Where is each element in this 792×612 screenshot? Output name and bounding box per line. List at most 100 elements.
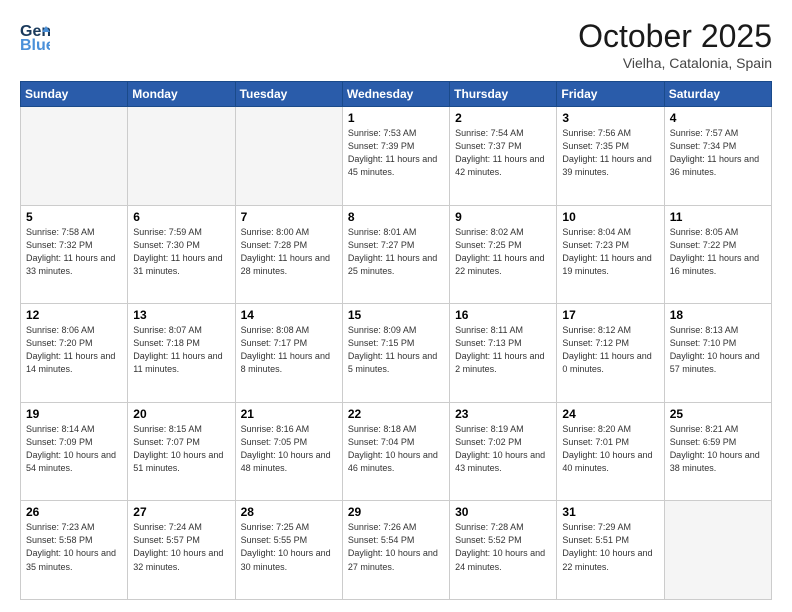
day-info: Sunrise: 7:56 AM Sunset: 7:35 PM Dayligh… <box>562 127 658 179</box>
calendar-cell: 24 Sunrise: 8:20 AM Sunset: 7:01 PM Dayli… <box>557 402 664 501</box>
day-info: Sunrise: 8:12 AM Sunset: 7:12 PM Dayligh… <box>562 324 658 376</box>
day-info: Sunrise: 7:29 AM Sunset: 5:51 PM Dayligh… <box>562 521 658 573</box>
calendar-cell: 29Sunrise: 7:26 AM Sunset: 5:54 PM Dayli… <box>342 501 449 600</box>
calendar-cell: 22 Sunrise: 8:18 AM Sunset: 7:04 PM Dayli… <box>342 402 449 501</box>
day-number: 9 <box>455 210 551 224</box>
day-info: Sunrise: 7:59 AM Sunset: 7:30 PM Dayligh… <box>133 226 229 278</box>
calendar-week-2: 5Sunrise: 7:58 AM Sunset: 7:32 PM Daylig… <box>21 205 772 304</box>
day-number: 6 <box>133 210 229 224</box>
day-number: 23 <box>455 407 551 421</box>
header-tuesday: Tuesday <box>235 82 342 107</box>
day-number: 12 <box>26 308 122 322</box>
calendar-cell: 12Sunrise: 8:06 AM Sunset: 7:20 PM Dayli… <box>21 304 128 403</box>
day-info: Sunrise: 8:21 AM Sunset: 6:59 PM Dayligh… <box>670 423 766 475</box>
day-info: Sunrise: 8:02 AM Sunset: 7:25 PM Dayligh… <box>455 226 551 278</box>
calendar-cell <box>664 501 771 600</box>
day-info: Sunrise: 8:18 AM Sunset: 7:04 PM Dayligh… <box>348 423 444 475</box>
location: Vielha, Catalonia, Spain <box>578 55 772 71</box>
day-number: 30 <box>455 505 551 519</box>
day-number: 20 <box>133 407 229 421</box>
day-number: 10 <box>562 210 658 224</box>
calendar-cell: 16 Sunrise: 8:11 AM Sunset: 7:13 PM Dayli… <box>450 304 557 403</box>
calendar-cell: 11 Sunrise: 8:05 AM Sunset: 7:22 PM Dayli… <box>664 205 771 304</box>
calendar-cell: 9 Sunrise: 8:02 AM Sunset: 7:25 PM Daylig… <box>450 205 557 304</box>
day-info: Sunrise: 8:20 AM Sunset: 7:01 PM Dayligh… <box>562 423 658 475</box>
day-number: 28 <box>241 505 337 519</box>
calendar-cell: 8Sunrise: 8:01 AM Sunset: 7:27 PM Daylig… <box>342 205 449 304</box>
calendar-cell: 17Sunrise: 8:12 AM Sunset: 7:12 PM Dayli… <box>557 304 664 403</box>
calendar-cell <box>235 107 342 206</box>
calendar-cell: 19 Sunrise: 8:14 AM Sunset: 7:09 PM Dayli… <box>21 402 128 501</box>
day-number: 27 <box>133 505 229 519</box>
day-info: Sunrise: 8:19 AM Sunset: 7:02 PM Dayligh… <box>455 423 551 475</box>
calendar-table: Sunday Monday Tuesday Wednesday Thursday… <box>20 81 772 600</box>
day-number: 24 <box>562 407 658 421</box>
day-number: 25 <box>670 407 766 421</box>
day-info: Sunrise: 8:04 AM Sunset: 7:23 PM Dayligh… <box>562 226 658 278</box>
calendar-cell: 2 Sunrise: 7:54 AM Sunset: 7:37 PM Daylig… <box>450 107 557 206</box>
day-number: 4 <box>670 111 766 125</box>
calendar-cell <box>21 107 128 206</box>
day-info: Sunrise: 8:05 AM Sunset: 7:22 PM Dayligh… <box>670 226 766 278</box>
calendar-cell: 31 Sunrise: 7:29 AM Sunset: 5:51 PM Dayli… <box>557 501 664 600</box>
calendar-cell: 15Sunrise: 8:09 AM Sunset: 7:15 PM Dayli… <box>342 304 449 403</box>
day-info: Sunrise: 7:24 AM Sunset: 5:57 PM Dayligh… <box>133 521 229 573</box>
calendar-cell: 18 Sunrise: 8:13 AM Sunset: 7:10 PM Dayli… <box>664 304 771 403</box>
day-info: Sunrise: 7:25 AM Sunset: 5:55 PM Dayligh… <box>241 521 337 573</box>
day-info: Sunrise: 8:15 AM Sunset: 7:07 PM Dayligh… <box>133 423 229 475</box>
calendar-cell: 27 Sunrise: 7:24 AM Sunset: 5:57 PM Dayli… <box>128 501 235 600</box>
day-info: Sunrise: 7:28 AM Sunset: 5:52 PM Dayligh… <box>455 521 551 573</box>
day-info: Sunrise: 7:57 AM Sunset: 7:34 PM Dayligh… <box>670 127 766 179</box>
calendar-cell: 3 Sunrise: 7:56 AM Sunset: 7:35 PM Daylig… <box>557 107 664 206</box>
calendar-week-5: 26Sunrise: 7:23 AM Sunset: 5:58 PM Dayli… <box>21 501 772 600</box>
day-number: 1 <box>348 111 444 125</box>
calendar-cell: 5Sunrise: 7:58 AM Sunset: 7:32 PM Daylig… <box>21 205 128 304</box>
calendar-cell: 14Sunrise: 8:08 AM Sunset: 7:17 PM Dayli… <box>235 304 342 403</box>
logo-icon: General Blue <box>20 18 50 54</box>
calendar-cell: 30 Sunrise: 7:28 AM Sunset: 5:52 PM Dayli… <box>450 501 557 600</box>
day-info: Sunrise: 8:13 AM Sunset: 7:10 PM Dayligh… <box>670 324 766 376</box>
day-info: Sunrise: 8:16 AM Sunset: 7:05 PM Dayligh… <box>241 423 337 475</box>
calendar-page: General Blue October 2025 Vielha, Catalo… <box>0 0 792 612</box>
calendar-cell: 6 Sunrise: 7:59 AM Sunset: 7:30 PM Daylig… <box>128 205 235 304</box>
calendar-week-1: 1 Sunrise: 7:53 AM Sunset: 7:39 PM Daylig… <box>21 107 772 206</box>
day-number: 3 <box>562 111 658 125</box>
calendar-cell: 20 Sunrise: 8:15 AM Sunset: 7:07 PM Dayli… <box>128 402 235 501</box>
day-number: 19 <box>26 407 122 421</box>
day-number: 16 <box>455 308 551 322</box>
day-number: 29 <box>348 505 444 519</box>
header-sunday: Sunday <box>21 82 128 107</box>
header-friday: Friday <box>557 82 664 107</box>
calendar-cell: 23 Sunrise: 8:19 AM Sunset: 7:02 PM Dayli… <box>450 402 557 501</box>
day-number: 18 <box>670 308 766 322</box>
day-number: 11 <box>670 210 766 224</box>
day-info: Sunrise: 8:08 AM Sunset: 7:17 PM Dayligh… <box>241 324 337 376</box>
calendar-cell: 21 Sunrise: 8:16 AM Sunset: 7:05 PM Dayli… <box>235 402 342 501</box>
calendar-week-3: 12Sunrise: 8:06 AM Sunset: 7:20 PM Dayli… <box>21 304 772 403</box>
day-info: Sunrise: 7:54 AM Sunset: 7:37 PM Dayligh… <box>455 127 551 179</box>
calendar-cell: 10 Sunrise: 8:04 AM Sunset: 7:23 PM Dayli… <box>557 205 664 304</box>
day-info: Sunrise: 8:14 AM Sunset: 7:09 PM Dayligh… <box>26 423 122 475</box>
calendar-cell: 13 Sunrise: 8:07 AM Sunset: 7:18 PM Dayli… <box>128 304 235 403</box>
header: General Blue October 2025 Vielha, Catalo… <box>20 18 772 71</box>
day-number: 13 <box>133 308 229 322</box>
day-number: 5 <box>26 210 122 224</box>
day-info: Sunrise: 8:01 AM Sunset: 7:27 PM Dayligh… <box>348 226 444 278</box>
month-title: October 2025 <box>578 18 772 55</box>
day-info: Sunrise: 7:53 AM Sunset: 7:39 PM Dayligh… <box>348 127 444 179</box>
day-info: Sunrise: 8:00 AM Sunset: 7:28 PM Dayligh… <box>241 226 337 278</box>
calendar-cell: 1 Sunrise: 7:53 AM Sunset: 7:39 PM Daylig… <box>342 107 449 206</box>
day-number: 31 <box>562 505 658 519</box>
title-block: October 2025 Vielha, Catalonia, Spain <box>578 18 772 71</box>
day-info: Sunrise: 7:23 AM Sunset: 5:58 PM Dayligh… <box>26 521 122 573</box>
calendar-week-4: 19 Sunrise: 8:14 AM Sunset: 7:09 PM Dayli… <box>21 402 772 501</box>
day-number: 21 <box>241 407 337 421</box>
day-number: 22 <box>348 407 444 421</box>
day-info: Sunrise: 8:07 AM Sunset: 7:18 PM Dayligh… <box>133 324 229 376</box>
svg-text:Blue: Blue <box>20 37 50 54</box>
day-number: 2 <box>455 111 551 125</box>
day-info: Sunrise: 8:11 AM Sunset: 7:13 PM Dayligh… <box>455 324 551 376</box>
day-number: 15 <box>348 308 444 322</box>
day-number: 7 <box>241 210 337 224</box>
calendar-cell: 25 Sunrise: 8:21 AM Sunset: 6:59 PM Dayli… <box>664 402 771 501</box>
